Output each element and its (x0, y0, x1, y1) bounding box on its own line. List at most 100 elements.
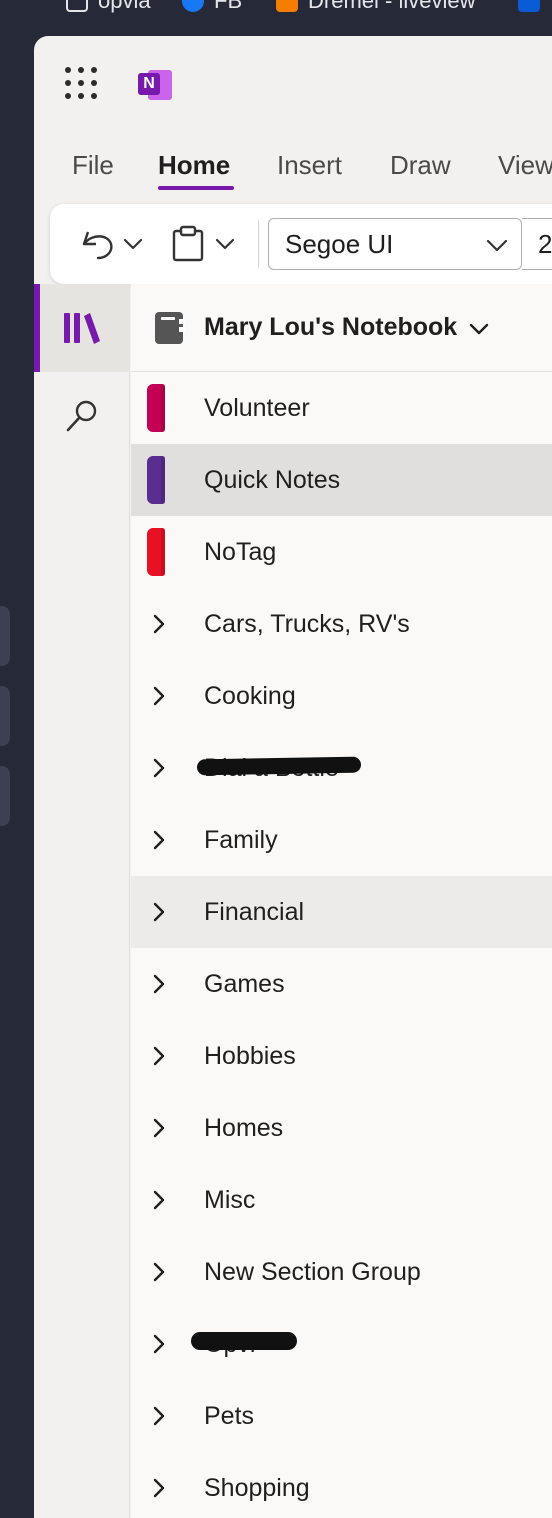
bookmark-opvia[interactable]: opvia (66, 0, 151, 14)
side-tab[interactable] (0, 686, 10, 746)
chevron-right-icon[interactable] (151, 1044, 167, 1068)
chevron-right-icon[interactable] (151, 1188, 167, 1212)
bookmark-label: FB (214, 0, 243, 13)
undo-dropdown-button[interactable] (122, 224, 144, 264)
chevron-right-icon[interactable] (151, 900, 167, 924)
section-group-item[interactable]: Pets (131, 1380, 552, 1452)
chevron-right-icon[interactable] (151, 1332, 167, 1356)
section-label: Cars, Trucks, RV's (204, 610, 410, 638)
notebook-title: Mary Lou's Notebook (204, 313, 458, 341)
section-group-item[interactable]: Games (131, 948, 552, 1020)
section-group-item[interactable]: Cars, Trucks, RV's (131, 588, 552, 660)
clipboard-icon (172, 225, 204, 262)
chevron-down-icon (215, 238, 235, 250)
font-name-select[interactable]: Segoe UI (268, 218, 522, 270)
app-launcher-icon[interactable] (65, 67, 97, 99)
chevron-down-icon (486, 239, 508, 252)
ribbon-tabs: File Home Insert Draw View (34, 144, 552, 194)
section-group-item[interactable]: Cooking (131, 660, 552, 732)
bookmark-outlook[interactable] (518, 0, 550, 14)
section-group-item[interactable]: Opvi (131, 1308, 552, 1380)
notebook-icon (155, 312, 185, 344)
onenote-letter: N (138, 73, 160, 95)
section-label: NoTag (204, 538, 277, 566)
side-tab[interactable] (0, 606, 10, 666)
section-label: Volunteer (204, 394, 310, 422)
onenote-window: N File Home Insert Draw View Segoe UI 2 … (34, 36, 552, 1518)
font-name-value: Segoe UI (285, 228, 394, 259)
section-item[interactable]: Quick Notes (131, 444, 552, 516)
chevron-right-icon[interactable] (151, 684, 167, 708)
section-group-item[interactable]: Hobbies (131, 1020, 552, 1092)
font-size-value: 2 (538, 228, 552, 259)
section-group-item[interactable]: Dial a Bottle (131, 732, 552, 804)
section-label: Homes (204, 1114, 284, 1142)
section-label: Pets (204, 1402, 255, 1430)
font-size-select[interactable]: 2 (522, 218, 552, 270)
chevron-right-icon[interactable] (151, 1260, 167, 1284)
tab-home[interactable]: Home (158, 150, 230, 181)
title-bar: N (34, 36, 552, 132)
toolbar-divider (258, 220, 259, 268)
chevron-down-icon (123, 238, 143, 250)
undo-icon (82, 231, 113, 260)
section-label: Hobbies (204, 1042, 296, 1070)
section-item[interactable]: NoTag (131, 516, 552, 588)
section-label: Cooking (204, 682, 296, 710)
section-color-tab (147, 384, 165, 432)
bookmark-dremel[interactable]: Dremel - liveview (276, 0, 475, 14)
paste-dropdown-button[interactable] (214, 224, 236, 264)
section-group-item[interactable]: New Section Group (131, 1236, 552, 1308)
bookmarks-bar: opvia FB Dremel - liveview (34, 0, 552, 26)
section-label: Games (204, 970, 285, 998)
search-icon (66, 400, 97, 432)
page-icon (66, 0, 88, 12)
outlook-icon (518, 0, 540, 12)
bookmark-fb[interactable]: FB (182, 0, 242, 14)
blogger-icon (276, 0, 298, 12)
section-group-item[interactable]: Shopping (131, 1452, 552, 1518)
chevron-right-icon[interactable] (151, 828, 167, 852)
tab-file[interactable]: File (72, 150, 114, 181)
tab-view[interactable]: View (498, 150, 552, 181)
tab-draw[interactable]: Draw (390, 150, 451, 181)
section-group-item[interactable]: Homes (131, 1092, 552, 1164)
section-label: Financial (204, 898, 305, 926)
section-label: New Section Group (204, 1258, 421, 1286)
chevron-right-icon[interactable] (151, 1404, 167, 1428)
chevron-down-icon (469, 323, 489, 335)
bookmark-label: opvia (98, 0, 151, 13)
section-group-item[interactable]: Family (131, 804, 552, 876)
chevron-right-icon[interactable] (151, 1116, 167, 1140)
facebook-icon (182, 0, 204, 12)
side-tab[interactable] (0, 766, 10, 826)
onenote-icon: N (138, 68, 172, 100)
redaction-scribble (191, 1332, 297, 1350)
section-list: Volunteer Quick Notes NoTag Cars, Trucks, R… (131, 372, 552, 1518)
chevron-right-icon[interactable] (151, 612, 167, 636)
sections-pane: Mary Lou's Notebook Volunteer Quick Notes… (131, 284, 552, 1518)
bookmark-label: Dremel - liveview (308, 0, 476, 13)
section-color-tab (147, 456, 165, 504)
tab-insert[interactable]: Insert (277, 150, 342, 181)
section-label: Quick Notes (204, 466, 341, 494)
section-color-tab (147, 528, 165, 576)
notebook-selector[interactable]: Mary Lou's Notebook (131, 284, 552, 372)
nav-rail (34, 284, 130, 1518)
chevron-right-icon[interactable] (151, 972, 167, 996)
section-group-item[interactable]: Misc (131, 1164, 552, 1236)
ribbon-toolbar: Segoe UI 2 (50, 204, 552, 284)
rail-notebooks-button[interactable] (34, 284, 130, 372)
rail-search-button[interactable] (34, 372, 130, 460)
section-label: Family (204, 826, 278, 854)
notebooks-icon (64, 313, 100, 344)
section-item[interactable]: Volunteer (131, 372, 552, 444)
active-tab-indicator (158, 186, 234, 190)
section-label: Shopping (204, 1474, 310, 1502)
undo-button[interactable] (78, 224, 118, 264)
section-group-item[interactable]: Financial (131, 876, 552, 948)
paste-button[interactable] (170, 224, 206, 264)
section-label: Misc (204, 1186, 256, 1214)
chevron-right-icon[interactable] (151, 756, 167, 780)
chevron-right-icon[interactable] (151, 1476, 167, 1500)
